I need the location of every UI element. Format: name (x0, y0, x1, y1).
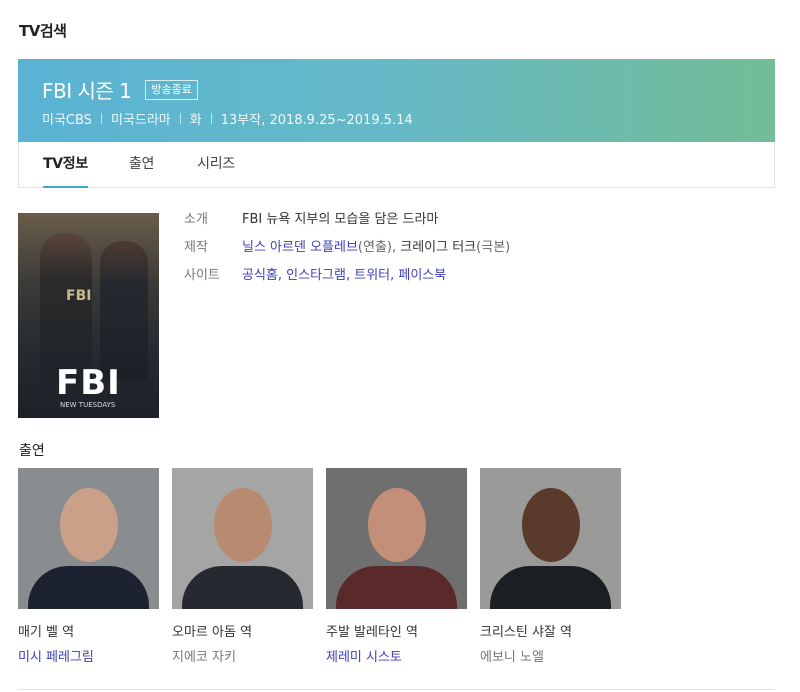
bottom-divider (18, 689, 775, 690)
site-link-instagram[interactable]: 인스타그램 (286, 268, 346, 283)
poster-logo: FBI (56, 363, 121, 403)
cast-actor-link[interactable]: 제레미 시스토 (326, 646, 467, 665)
tab-cast[interactable]: 출연 (129, 142, 154, 187)
show-poster[interactable]: FBI FBI NEW TUESDAYS (18, 213, 159, 418)
intro-label: 소개 (184, 212, 208, 227)
show-meta: 미국CBS 미국드라마 화 13부작, 2018.9.25~2019.5.14 (42, 109, 413, 128)
tab-tv-info[interactable]: TV정보 (43, 142, 88, 188)
tab-series[interactable]: 시리즈 (197, 142, 235, 187)
cast-actor-link[interactable]: 미시 페레그림 (18, 646, 159, 665)
cast-card[interactable]: 크리스틴 샤잘 역 에보니 노엘 (480, 468, 621, 665)
site-separator: , (345, 268, 355, 283)
show-title[interactable]: FBI 시즌 1 (42, 75, 132, 104)
meta-divider (179, 113, 181, 124)
meta-episodes-dates: 13부작, 2018.9.25~2019.5.14 (220, 113, 413, 128)
cast-section-title: 출연 (19, 443, 45, 459)
writer-name: 크레이그 터크 (400, 240, 477, 255)
cast-role: 주발 발레타인 역 (326, 625, 418, 640)
poster-figure (40, 233, 92, 383)
site-separator: , (277, 268, 287, 283)
tab-bar: TV정보 출연 시리즈 (18, 142, 775, 188)
cast-role: 오마르 아돔 역 (172, 625, 253, 640)
cast-photo[interactable] (326, 468, 467, 609)
production-label: 제작 (184, 240, 208, 255)
director-link[interactable]: 닐스 아르덴 오플레브 (242, 240, 358, 255)
writer-role: (극본) (476, 240, 511, 255)
cast-actor: 지에코 자키 (172, 650, 236, 665)
cast-role: 크리스틴 샤잘 역 (480, 625, 572, 640)
info-row-sites: 사이트 공식홈, 인스타그램, 트위터, 페이스북 (184, 266, 510, 294)
status-badge: 방송종료 (145, 79, 198, 100)
poster-vest-text: FBI (66, 288, 92, 304)
cast-photo[interactable] (172, 468, 313, 609)
meta-divider (100, 113, 102, 124)
show-banner: FBI 시즌 1 방송종료 미국CBS 미국드라마 화 13부작, 2018.9… (18, 59, 775, 142)
poster-tagline: NEW TUESDAYS (60, 401, 116, 409)
info-row-production: 제작 닐스 아르덴 오플레브(연출), 크레이그 터크(극본) (184, 238, 510, 266)
section-title: TV검색 (19, 22, 67, 40)
show-info: 소개 FBI 뉴욕 지부의 모습을 담은 드라마 제작 닐스 아르덴 오플레브(… (184, 210, 510, 294)
meta-genre: 미국드라마 (110, 113, 171, 128)
poster-figure (100, 241, 148, 381)
meta-network: 미국CBS (42, 113, 92, 128)
info-row-intro: 소개 FBI 뉴욕 지부의 모습을 담은 드라마 (184, 210, 510, 238)
production-separator: , (391, 240, 401, 255)
meta-airday: 화 (189, 113, 202, 128)
cast-card[interactable]: 매기 벨 역 미시 페레그림 (18, 468, 159, 665)
site-link-official[interactable]: 공식홈 (242, 268, 278, 283)
cast-card[interactable]: 오마르 아돔 역 지에코 자키 (172, 468, 313, 665)
site-link-twitter[interactable]: 트위터 (354, 268, 390, 283)
cast-photo[interactable] (18, 468, 159, 609)
cast-actor: 에보니 노엘 (480, 650, 544, 665)
site-link-facebook[interactable]: 페이스북 (398, 268, 446, 283)
cast-photo[interactable] (480, 468, 621, 609)
cast-card[interactable]: 주발 발레타인 역 제레미 시스토 (326, 468, 467, 665)
intro-value: FBI 뉴욕 지부의 모습을 담은 드라마 (242, 212, 439, 227)
director-role: (연출) (357, 240, 392, 255)
meta-divider (210, 113, 212, 124)
cast-role: 매기 벨 역 (18, 625, 75, 640)
site-label: 사이트 (184, 268, 220, 283)
